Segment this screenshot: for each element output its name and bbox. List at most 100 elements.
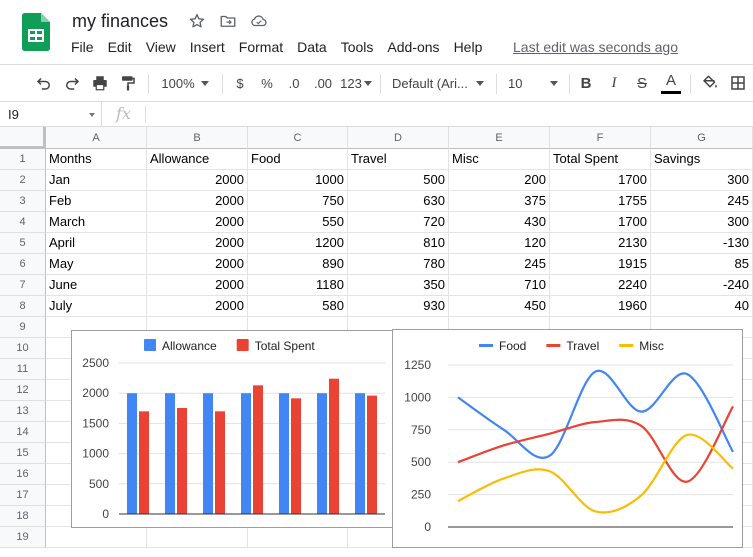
line-chart[interactable]: 0 250 500 750 1000 1250 Food Travel Misc — [392, 329, 743, 548]
row-header-16[interactable]: 16 — [0, 464, 46, 485]
fill-color-icon[interactable] — [698, 71, 722, 95]
text-color-button[interactable]: A — [660, 71, 682, 95]
strikethrough-button[interactable]: S — [631, 71, 653, 95]
column-header-b[interactable]: B — [147, 127, 248, 149]
cell-b2[interactable]: 2000 — [147, 170, 248, 191]
cell-g4[interactable]: 300 — [651, 212, 753, 233]
cell-f5[interactable]: 2130 — [550, 233, 651, 254]
cell-e6[interactable]: 245 — [449, 254, 550, 275]
cell-a8[interactable]: July — [46, 296, 147, 317]
cell-e5[interactable]: 120 — [449, 233, 550, 254]
row-header-18[interactable]: 18 — [0, 506, 46, 527]
row-header-19[interactable]: 19 — [0, 527, 46, 548]
cell-g1[interactable]: Savings — [651, 149, 753, 170]
cell-c8[interactable]: 580 — [248, 296, 348, 317]
column-header-f[interactable]: F — [550, 127, 651, 149]
cell-e4[interactable]: 430 — [449, 212, 550, 233]
cell-d5[interactable]: 810 — [348, 233, 449, 254]
cell-d4[interactable]: 720 — [348, 212, 449, 233]
cell-f4[interactable]: 1700 — [550, 212, 651, 233]
cell-b8[interactable]: 2000 — [147, 296, 248, 317]
row-header-4[interactable]: 4 — [0, 212, 46, 233]
line-series-food[interactable] — [457, 369, 734, 459]
cell-c5[interactable]: 1200 — [248, 233, 348, 254]
menu-help[interactable]: Help — [447, 39, 490, 55]
move-to-folder-icon[interactable] — [217, 11, 239, 31]
document-title[interactable]: my finances — [72, 11, 168, 32]
more-formats-button[interactable]: 123 — [338, 71, 374, 95]
column-header-e[interactable]: E — [449, 127, 550, 149]
row-header-2[interactable]: 2 — [0, 170, 46, 191]
cell-b19[interactable] — [147, 527, 248, 548]
row-header-13[interactable]: 13 — [0, 401, 46, 422]
cell-f6[interactable]: 1915 — [550, 254, 651, 275]
cell-a19[interactable] — [46, 527, 147, 548]
bar-total-spent-june[interactable] — [329, 378, 339, 514]
cell-e3[interactable]: 375 — [449, 191, 550, 212]
cell-d2[interactable]: 500 — [348, 170, 449, 191]
cell-g8[interactable]: 40 — [651, 296, 753, 317]
formula-input[interactable] — [150, 105, 740, 124]
cell-c19[interactable] — [248, 527, 348, 548]
cell-b4[interactable]: 2000 — [147, 212, 248, 233]
row-header-15[interactable]: 15 — [0, 443, 46, 464]
row-header-7[interactable]: 7 — [0, 275, 46, 296]
row-header-11[interactable]: 11 — [0, 359, 46, 380]
cell-b1[interactable]: Allowance — [147, 149, 248, 170]
cell-f1[interactable]: Total Spent — [550, 149, 651, 170]
bar-total-spent-july[interactable] — [367, 395, 377, 514]
cell-a2[interactable]: Jan — [46, 170, 147, 191]
cell-e7[interactable]: 710 — [449, 275, 550, 296]
column-header-c[interactable]: C — [248, 127, 348, 149]
bar-allowance-june[interactable] — [317, 393, 327, 514]
cell-g5[interactable]: -130 — [651, 233, 753, 254]
cell-c4[interactable]: 550 — [248, 212, 348, 233]
row-header-14[interactable]: 14 — [0, 422, 46, 443]
column-header-a[interactable]: A — [46, 127, 147, 149]
row-header-17[interactable]: 17 — [0, 485, 46, 506]
cell-f2[interactable]: 1700 — [550, 170, 651, 191]
bar-allowance-july[interactable] — [355, 393, 365, 514]
column-header-d[interactable]: D — [348, 127, 449, 149]
decrease-decimal-button[interactable]: .0 — [282, 71, 306, 95]
cell-a1[interactable]: Months — [46, 149, 147, 170]
menu-edit[interactable]: Edit — [101, 39, 139, 55]
undo-icon[interactable] — [32, 71, 56, 95]
cell-d1[interactable]: Travel — [348, 149, 449, 170]
cell-f7[interactable]: 2240 — [550, 275, 651, 296]
zoom-select[interactable]: 100% — [156, 71, 214, 95]
cell-d3[interactable]: 630 — [348, 191, 449, 212]
row-header-10[interactable]: 10 — [0, 338, 46, 359]
paint-format-icon[interactable] — [116, 71, 140, 95]
bar-allowance-may[interactable] — [279, 393, 289, 514]
menu-format[interactable]: Format — [232, 39, 290, 55]
menu-insert[interactable]: Insert — [183, 39, 232, 55]
name-box[interactable]: I9 — [0, 102, 102, 127]
cell-c7[interactable]: 1180 — [248, 275, 348, 296]
cell-f8[interactable]: 1960 — [550, 296, 651, 317]
cell-f3[interactable]: 1755 — [550, 191, 651, 212]
cell-e1[interactable]: Misc — [449, 149, 550, 170]
cell-b7[interactable]: 2000 — [147, 275, 248, 296]
bar-allowance-jan[interactable] — [127, 393, 137, 514]
percent-format-button[interactable]: % — [257, 71, 277, 95]
cell-a4[interactable]: March — [46, 212, 147, 233]
cell-g2[interactable]: 300 — [651, 170, 753, 191]
cell-d8[interactable]: 930 — [348, 296, 449, 317]
redo-icon[interactable] — [60, 71, 84, 95]
row-header-9[interactable]: 9 — [0, 317, 46, 338]
row-header-5[interactable]: 5 — [0, 233, 46, 254]
increase-decimal-button[interactable]: .00 — [310, 71, 336, 95]
select-all-corner[interactable] — [0, 127, 46, 149]
cell-b6[interactable]: 2000 — [147, 254, 248, 275]
font-size-select[interactable]: 10 — [504, 71, 562, 95]
cell-e8[interactable]: 450 — [449, 296, 550, 317]
cell-c3[interactable]: 750 — [248, 191, 348, 212]
bar-total-spent-april[interactable] — [253, 385, 263, 514]
cell-g7[interactable]: -240 — [651, 275, 753, 296]
menu-data[interactable]: Data — [290, 39, 334, 55]
cell-a3[interactable]: Feb — [46, 191, 147, 212]
menu-add-ons[interactable]: Add-ons — [380, 39, 446, 55]
row-header-3[interactable]: 3 — [0, 191, 46, 212]
font-family-select[interactable]: Default (Ari... — [388, 71, 488, 95]
